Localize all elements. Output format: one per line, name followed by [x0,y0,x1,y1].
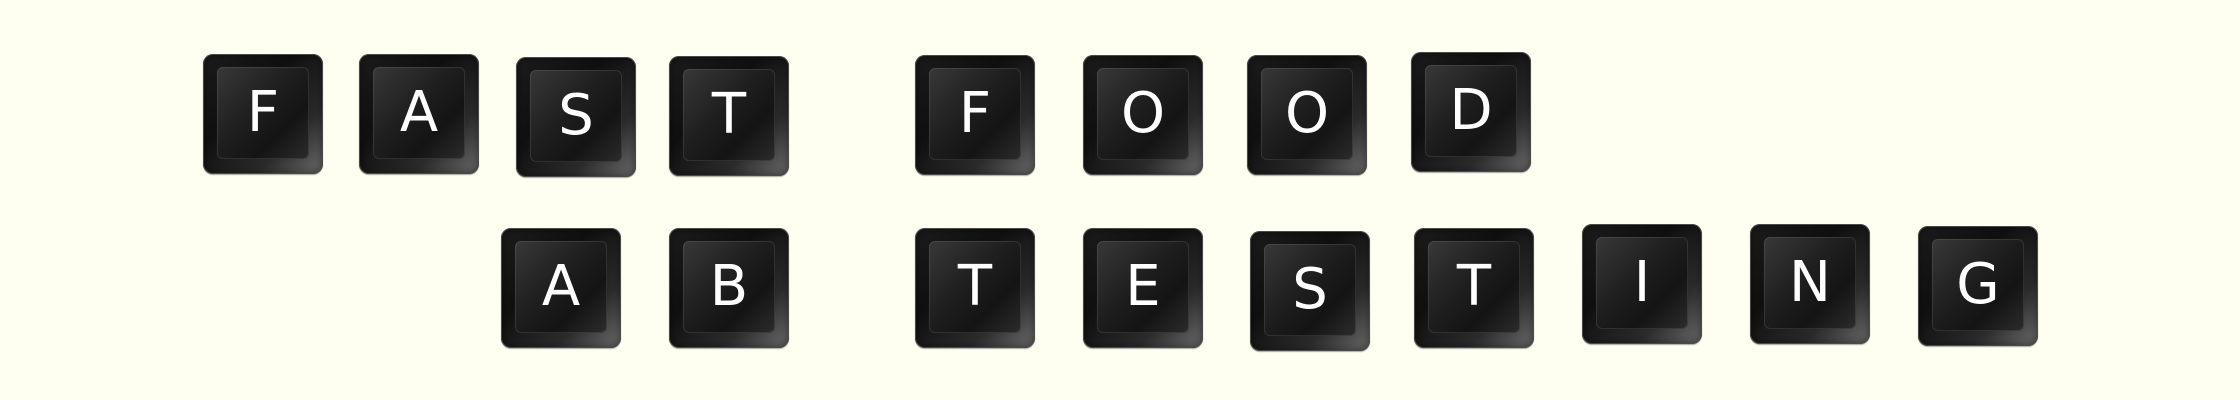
keycap-letter: T [957,254,993,319]
keycap-testing-5: I [1582,224,1702,344]
keycap-testing-1: T [915,228,1035,348]
keycap-face: N [1764,237,1856,329]
keycap-letter: S [1292,257,1328,322]
keycap-letter: B [709,254,749,319]
keycap-testing-2: E [1083,228,1203,348]
keycap-face: S [1264,244,1356,336]
keycap-letter: A [541,254,581,319]
keycap-face: B [683,241,775,333]
keycap-face: A [515,241,607,333]
keycap-testing-3: S [1250,231,1370,351]
keycap-face: G [1932,239,2024,331]
keycap-letter: G [1956,252,2000,317]
keycap-letter: N [1789,250,1831,315]
keycap-face: T [1428,241,1520,333]
keycap-testing-7: G [1918,226,2038,346]
keycap-face: T [929,241,1021,333]
keycap-face: I [1596,237,1688,329]
keycap-ab-1: A [501,228,621,348]
keycap-letter: T [1456,254,1492,319]
keycap-ab-2: B [669,228,789,348]
keycap-testing-6: N [1750,224,1870,344]
keycap-face: E [1097,241,1189,333]
keycap-letter: E [1125,254,1161,319]
keycap-letter: I [1633,250,1651,315]
keycap-testing-4: T [1414,228,1534,348]
keycap-line-2: A B T E S T I N G [0,0,2240,400]
